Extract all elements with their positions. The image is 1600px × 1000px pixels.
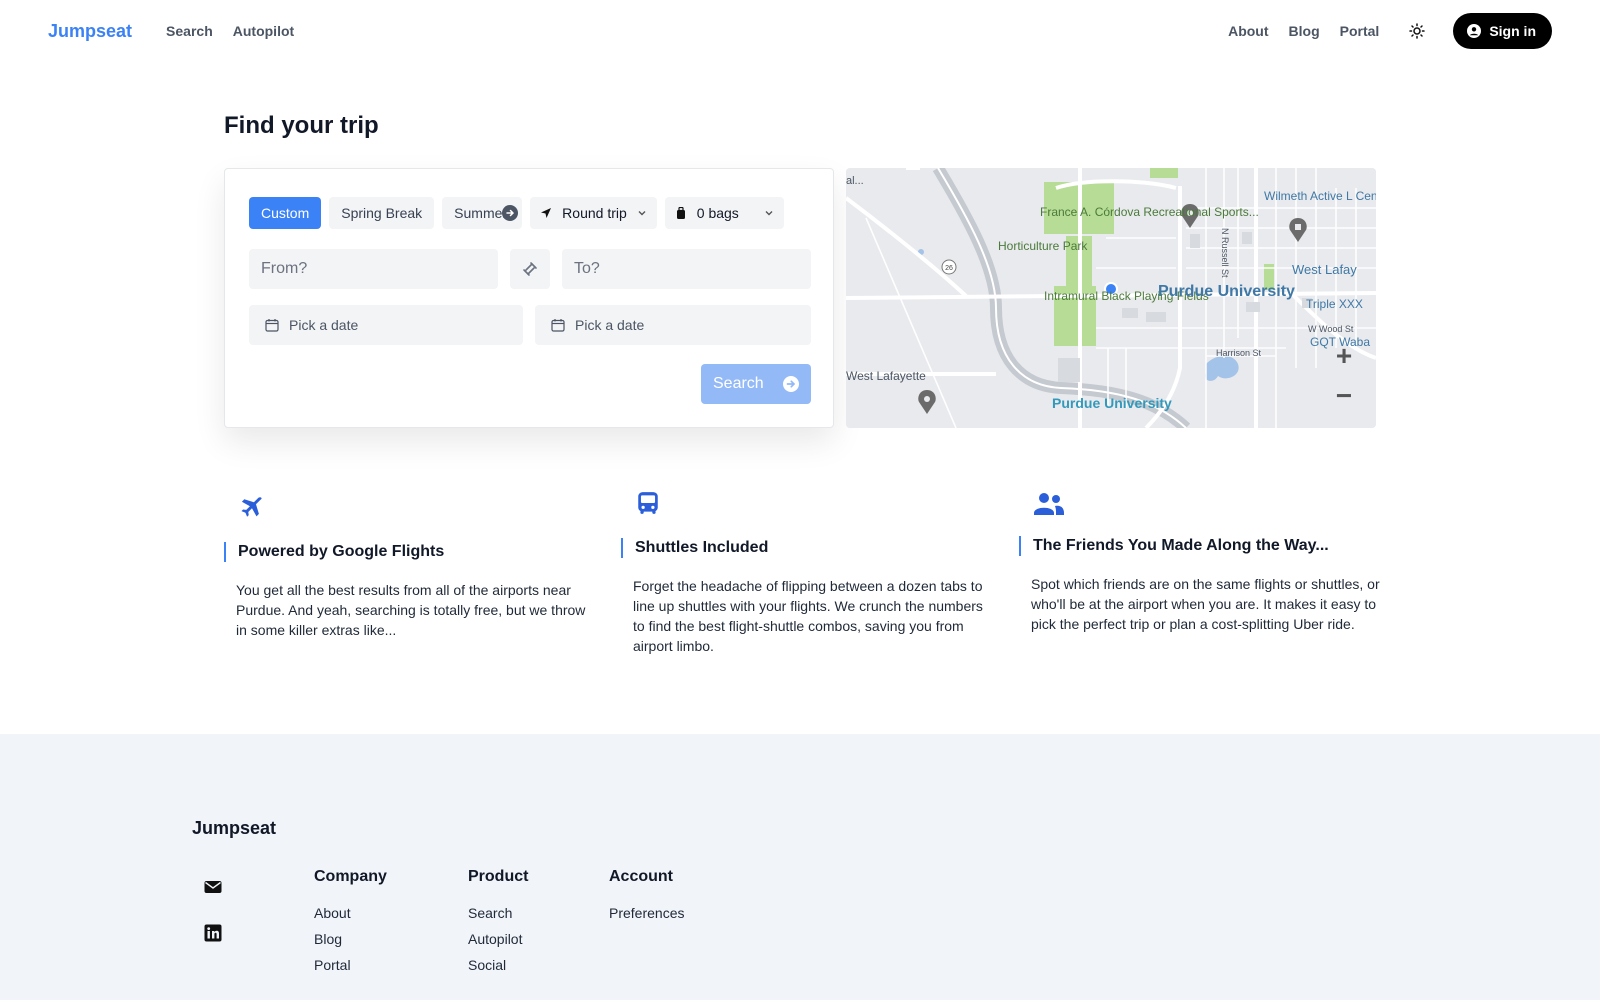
nav-link-blog[interactable]: Blog	[1289, 23, 1320, 39]
brand-logo[interactable]: Jumpseat	[48, 21, 132, 42]
footer-link-preferences[interactable]: Preferences	[609, 900, 684, 926]
tab-custom[interactable]: Custom	[249, 197, 322, 229]
footer-link-social[interactable]: Social	[468, 952, 528, 978]
trip-tabs: Custom Spring Break Summer Round trip 0 …	[249, 197, 792, 229]
top-nav: Jumpseat Search Autopilot About Blog Por…	[0, 0, 1600, 62]
page-title: Find your trip	[224, 112, 379, 139]
from-input[interactable]	[249, 249, 498, 289]
feature-body: You get all the best results from all of…	[236, 582, 586, 638]
footer-heading: Product	[468, 868, 529, 885]
map-label-rec-sports: France A. Córdova Recreational Sports...	[1040, 205, 1259, 219]
map-label-harrison: Harrison St	[1216, 348, 1262, 358]
map-label-horticulture: Horticulture Park	[998, 239, 1088, 253]
nav-link-autopilot[interactable]: Autopilot	[233, 23, 294, 39]
feature-title: Powered by Google Flights	[224, 542, 444, 562]
feature-title: Shuttles Included	[621, 538, 768, 558]
campus-map[interactable]: 26 al... France A. Córdova Recreational …	[846, 168, 1376, 428]
search-button-label: Search	[713, 375, 764, 392]
bus-icon	[638, 492, 658, 514]
map-label-west-lafayette-edge: West Lafay	[1292, 262, 1357, 277]
trip-search-card: Custom Spring Break Summer Round trip 0 …	[224, 168, 834, 428]
footer-brand: Jumpseat	[192, 818, 277, 838]
user-circle-icon	[1467, 24, 1482, 38]
map-label-west-lafayette: West Lafayette	[846, 369, 926, 383]
footer-heading: Account	[609, 868, 673, 885]
swap-icon	[523, 262, 537, 276]
sign-in-label: Sign in	[1489, 23, 1536, 39]
map-label-wilmeth: Wilmeth Active L Center (WALC)	[1264, 189, 1376, 203]
map-label-wood: W Wood St	[1308, 324, 1354, 334]
feature-body: Forget the headache of flipping between …	[633, 578, 983, 654]
search-button[interactable]: Search	[701, 364, 811, 404]
map-canvas: 26 al... France A. Córdova Recreational …	[846, 168, 1376, 428]
chevron-down-icon	[765, 211, 773, 216]
footer-col-product: Product Search Autopilot Social	[468, 868, 528, 978]
theme-toggle-button[interactable]	[1403, 17, 1431, 45]
zoom-in-button[interactable]: +	[1324, 336, 1364, 376]
trip-type-select[interactable]: Round trip	[530, 197, 657, 229]
to-input[interactable]	[562, 249, 811, 289]
zoom-out-button[interactable]: −	[1324, 376, 1364, 416]
map-label-campus: Purdue University	[1158, 283, 1295, 300]
trip-type-value: Round trip	[562, 205, 627, 221]
map-label-top-left: al...	[846, 175, 864, 187]
footer-link-about[interactable]: About	[314, 900, 387, 926]
return-date-picker[interactable]: Pick a date	[535, 305, 811, 345]
bags-value: 0 bags	[696, 205, 739, 221]
chevron-down-icon	[638, 211, 646, 216]
bags-select[interactable]: 0 bags	[664, 197, 784, 229]
map-zoom-controls: + −	[1324, 336, 1364, 416]
map-label-triple: Triple XXX	[1306, 297, 1363, 311]
arrow-right-circle-icon	[783, 376, 799, 392]
map-label-campus-south: Purdue University	[1052, 395, 1172, 411]
footer-col-company: Company About Blog Portal	[314, 868, 387, 978]
calendar-icon	[265, 319, 279, 332]
feature-body: Spot which friends are on the same fligh…	[1031, 576, 1380, 632]
calendar-icon	[551, 319, 565, 332]
envelope-icon[interactable]	[204, 878, 222, 896]
scroll-right-icon[interactable]	[502, 205, 519, 221]
route-shield-label: 26	[945, 265, 953, 272]
map-label-russell: N Russell St	[1220, 228, 1230, 278]
nav-link-search[interactable]: Search	[166, 23, 213, 39]
linkedin-icon[interactable]	[204, 924, 222, 942]
sun-icon	[1409, 23, 1426, 39]
footer-link-portal[interactable]: Portal	[314, 952, 387, 978]
swap-airports-button[interactable]	[510, 249, 550, 289]
footer-link-autopilot[interactable]: Autopilot	[468, 926, 528, 952]
return-date-placeholder: Pick a date	[575, 317, 645, 333]
airplane-icon	[241, 497, 262, 517]
tab-summer[interactable]: Summer	[442, 197, 523, 229]
luggage-icon	[676, 206, 685, 219]
feature-title: The Friends You Made Along the Way...	[1019, 536, 1329, 556]
footer-link-search[interactable]: Search	[468, 900, 528, 926]
navigation-arrow-icon	[541, 208, 552, 218]
footer-col-account: Account Preferences	[609, 868, 684, 926]
tab-spring-break[interactable]: Spring Break	[329, 197, 435, 229]
nav-link-about[interactable]: About	[1228, 23, 1268, 39]
tab-summer-label: Summer	[454, 205, 508, 221]
depart-date-picker[interactable]: Pick a date	[249, 305, 523, 345]
depart-date-placeholder: Pick a date	[289, 317, 359, 333]
sign-in-button[interactable]: Sign in	[1453, 13, 1552, 49]
users-icon	[1034, 493, 1064, 515]
footer-heading: Company	[314, 868, 387, 885]
footer-link-blog[interactable]: Blog	[314, 926, 387, 952]
footer: Jumpseat Company About Blog Portal Produ…	[0, 734, 1600, 1000]
nav-link-portal[interactable]: Portal	[1340, 23, 1380, 39]
nav-right: About Blog Portal Sign in	[1208, 13, 1552, 49]
